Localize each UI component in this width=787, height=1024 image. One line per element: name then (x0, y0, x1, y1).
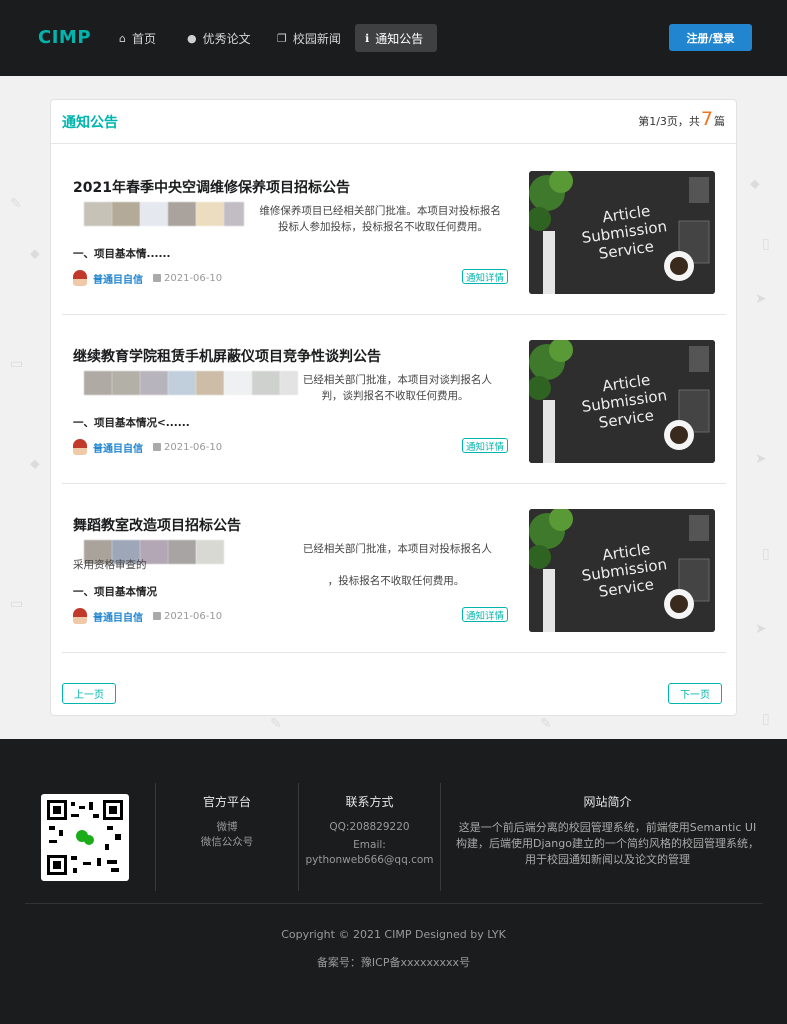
notice-list-card: 通知公告 第1/3页，共 7 篇 2021年春季中央空调维修保养项目招标公告 x… (50, 99, 737, 716)
post-date: 2021-06-10 (153, 611, 222, 622)
footer-heading: 联系方式 (345, 795, 394, 809)
footer-contact: 联系方式 QQ:208829220 Email: pythonweb666@qq… (298, 783, 440, 891)
footer-about: 网站简介 这是一个前后端分离的校园管理系统，前端使用Semantic UI构建，… (440, 783, 774, 891)
nav-item-papers[interactable]: ● 优秀论文 (177, 24, 261, 52)
article-thumbnail[interactable]: Article Submission Service (529, 509, 715, 632)
article-item[interactable]: 舞蹈教室改造项目招标公告 xxxxxxxxxxxxxxxxxxxxxxxxxxx… (62, 485, 726, 653)
date-text: 2021-06-10 (164, 610, 223, 622)
article-summary: xxxxxxxxxxxxxxxxxxxxxxxxxxxxxx维修保养项目已经相关… (73, 203, 501, 235)
tag-icon: ⬥ (30, 246, 40, 262)
send-icon: ➤ (755, 291, 767, 307)
article-thumbnail[interactable]: Article Submission Service (529, 340, 715, 463)
copyright-text: Copyright © 2021 CIMP Designed by LYK (281, 928, 506, 941)
nav-item-news[interactable]: ❐ 校园新闻 (267, 24, 351, 52)
prev-page-button[interactable]: 上一页 (62, 683, 116, 704)
summary-line-2: 投标人参加投标，投标报名不收取任何费用。 (278, 221, 489, 233)
pager-prefix: 第1/3页，共 (638, 115, 700, 128)
register-login-button[interactable]: 注册/登录 (669, 24, 752, 51)
site-description: 这是一个前后端分离的校园管理系统，前端使用Semantic UI构建，后端使用D… (456, 821, 759, 866)
nav-item-label: 首页 (131, 31, 156, 46)
article-title[interactable]: 舞蹈教室改造项目招标公告 (73, 515, 241, 535)
summary-line-1: 已经相关部门批准，本项目对谈判报名人 (302, 374, 492, 386)
nav-item-notices[interactable]: ℹ 通知公告 (355, 24, 437, 52)
post-date: 2021-06-10 (153, 442, 222, 453)
article-title[interactable]: 2021年春季中央空调维修保养项目招标公告 (73, 177, 350, 197)
site-footer: 官方平台 微博 微信公众号 联系方式 QQ:208829220 Email: p… (0, 739, 787, 1024)
article-thumbnail[interactable]: Article Submission Service (529, 171, 715, 294)
tag-icon: ⬥ (750, 176, 760, 192)
lightbulb-icon: ● (187, 31, 197, 45)
nav-item-label: 校园新闻 (292, 31, 341, 46)
date-text: 2021-06-10 (164, 272, 223, 284)
author-name[interactable]: 普通目自信 (93, 609, 143, 624)
notice-detail-tag[interactable]: 通知详情 (462, 269, 509, 284)
notice-detail-tag[interactable]: 通知详情 (462, 438, 509, 453)
weibo-link[interactable]: 微博 (156, 820, 298, 835)
book-icon: ▭ (10, 596, 24, 612)
article-summary: xxxxxxxxxxxxxxxxxxxxxxxxxxxxxxxxxxxxx已经相… (73, 372, 501, 404)
footer-heading: 官方平台 (202, 795, 251, 809)
article-meta: 普通目自信 2021-06-10 (73, 439, 222, 455)
summary-line-2: ，投标报名不收取任何费用。 (327, 575, 465, 587)
send-icon: ➤ (755, 621, 767, 637)
site-logo[interactable]: CIMP (38, 27, 91, 48)
article-title[interactable]: 继续教育学院租赁手机屏蔽仪项目竞争性谈判公告 (73, 346, 381, 366)
page-title: 通知公告 (62, 115, 118, 131)
article-subheading: 一、项目基本情况 (73, 586, 157, 598)
footer-official-platform: 官方平台 微博 微信公众号 (155, 783, 298, 891)
footer-heading: 网站简介 (583, 795, 632, 809)
phone-icon: ▯ (762, 236, 770, 252)
pager-suffix: 篇 (714, 115, 725, 128)
post-date: 2021-06-10 (153, 273, 222, 284)
summary-line-2: 判，谈判报名不收取任何费用。 (321, 390, 469, 402)
article-meta: 普通目自信 2021-06-10 (73, 270, 222, 286)
article-summary: xxxxxxxxxxxxxxxxxxxxxxxxxxxxxxxxxxxxx已经相… (73, 541, 501, 589)
book-icon: ▭ (10, 356, 24, 372)
nav-item-label: 优秀论文 (202, 31, 251, 46)
phone-icon: ▯ (762, 546, 770, 562)
calendar-icon (153, 443, 161, 451)
next-page-button[interactable]: 下一页 (668, 683, 722, 704)
article-subheading: 一、项目基本情...... (73, 248, 171, 260)
total-count: 7 (700, 108, 713, 130)
article-subheading: 一、项目基本情况<...... (73, 417, 190, 429)
pencil-icon: ✎ (270, 716, 282, 732)
home-icon: ⌂ (119, 31, 126, 45)
card-header: 通知公告 第1/3页，共 7 篇 (51, 100, 736, 144)
phone-icon: ▯ (762, 711, 770, 727)
article-item[interactable]: 继续教育学院租赁手机屏蔽仪项目竞争性谈判公告 xxxxxxxxxxxxxxxxx… (62, 316, 726, 484)
author-name[interactable]: 普通目自信 (93, 440, 143, 455)
send-icon: ➤ (755, 451, 767, 467)
email-address[interactable]: pythonweb666@qq.com (299, 853, 440, 868)
pencil-icon: ✎ (540, 716, 552, 732)
calendar-icon (153, 274, 161, 282)
top-navbar: CIMP ⌂ 首页 ● 优秀论文 ❐ 校园新闻 ℹ 通知公告 注册/登录 (0, 0, 787, 76)
nav-item-label: 通知公告 (375, 31, 424, 46)
email-label: Email: (353, 839, 386, 851)
info-icon: ℹ (365, 31, 370, 45)
calendar-icon (153, 612, 161, 620)
pencil-icon: ✎ (10, 196, 22, 212)
tag-icon: ⬥ (30, 456, 40, 472)
wechat-link[interactable]: 微信公众号 (156, 835, 298, 850)
footer-divider (25, 903, 763, 904)
author-name[interactable]: 普通目自信 (93, 271, 143, 286)
date-text: 2021-06-10 (164, 441, 223, 453)
summary-line-1: 维修保养项目已经相关部门批准。本项目对投标报名 (259, 205, 501, 217)
qq-number: QQ:208829220 (329, 821, 410, 833)
article-item[interactable]: 2021年春季中央空调维修保养项目招标公告 xxxxxxxxxxxxxxxxxx… (62, 147, 726, 315)
pager-info: 第1/3页，共 7 篇 (638, 108, 725, 130)
wechat-qr-code (41, 794, 129, 881)
nav-item-home[interactable]: ⌂ 首页 (109, 24, 166, 52)
avatar (73, 270, 87, 286)
notice-detail-tag[interactable]: 通知详情 (462, 607, 509, 622)
copy-icon: ❐ (277, 31, 287, 45)
avatar (73, 608, 87, 624)
article-meta: 普通目自信 2021-06-10 (73, 608, 222, 624)
avatar (73, 439, 87, 455)
icp-record: 备案号：豫ICP备xxxxxxxxx号 (316, 956, 471, 969)
